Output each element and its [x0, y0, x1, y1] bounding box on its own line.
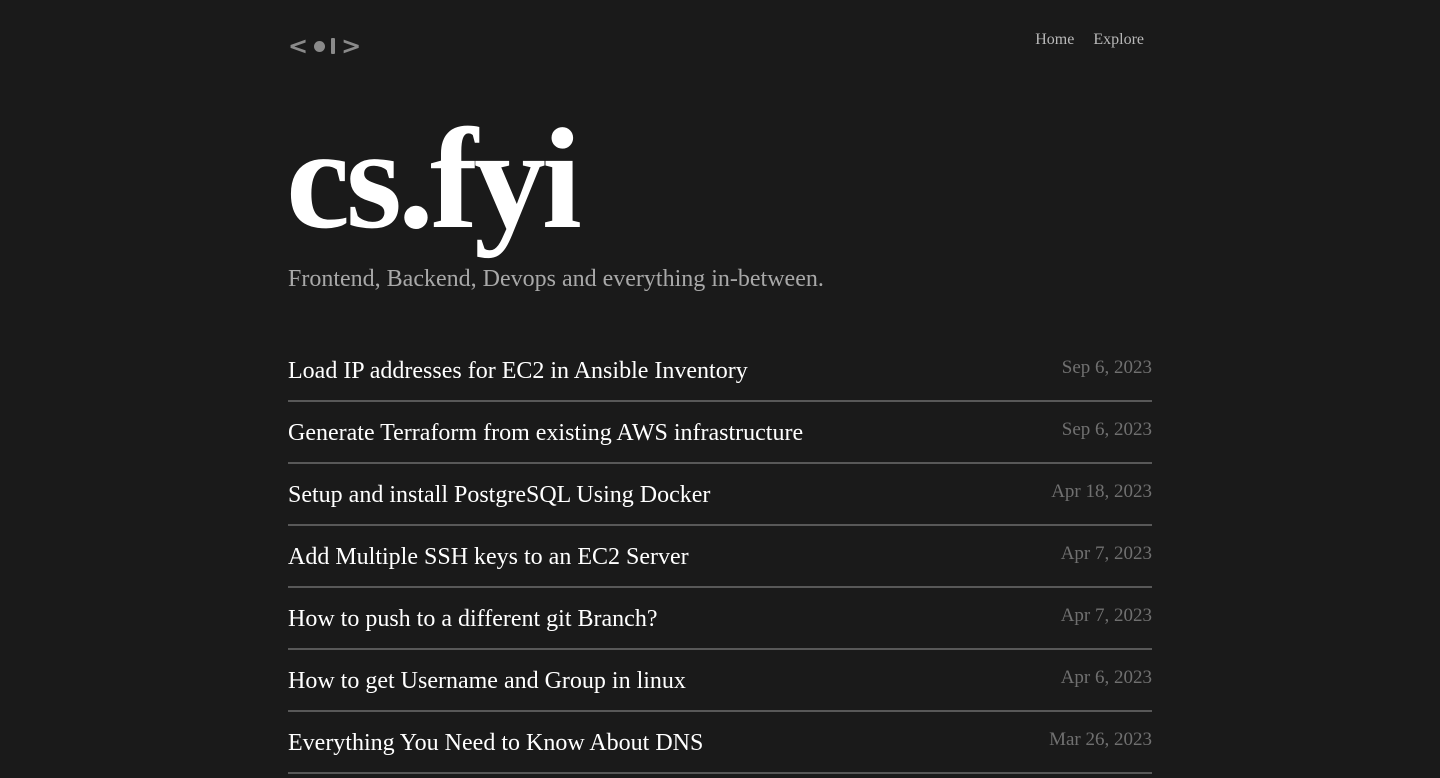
top-nav: Home Explore: [1035, 31, 1144, 49]
post-title[interactable]: Load IP addresses for EC2 in Ansible Inv…: [288, 356, 748, 386]
post-title[interactable]: Everything You Need to Know About DNS: [288, 728, 703, 758]
post-date: Apr 6, 2023: [1060, 667, 1152, 688]
post-title[interactable]: Setup and install PostgreSQL Using Docke…: [288, 480, 710, 510]
site-title: cs.fyi: [286, 100, 582, 259]
post-date: Sep 6, 2023: [1061, 357, 1152, 378]
site-logo[interactable]: < >: [288, 34, 361, 58]
post-item[interactable]: How to get Username and Group in linux A…: [288, 650, 1152, 712]
dot-icon: [314, 40, 326, 52]
post-title[interactable]: How to get Username and Group in linux: [288, 666, 686, 696]
post-title[interactable]: Generate Terraform from existing AWS inf…: [288, 418, 803, 448]
bar-icon: [331, 38, 336, 54]
post-date: Apr 7, 2023: [1060, 605, 1152, 626]
post-item[interactable]: Add Multiple SSH keys to an EC2 Server A…: [288, 526, 1152, 588]
post-title[interactable]: Add Multiple SSH keys to an EC2 Server: [288, 542, 689, 572]
post-date: Mar 26, 2023: [1049, 729, 1152, 750]
post-date: Sep 6, 2023: [1061, 419, 1152, 440]
post-item[interactable]: Everything You Need to Know About DNS Ma…: [288, 712, 1152, 774]
post-item[interactable]: Setup and install PostgreSQL Using Docke…: [288, 464, 1152, 526]
nav-home-link[interactable]: Home: [1035, 31, 1074, 49]
post-item[interactable]: Load IP addresses for EC2 in Ansible Inv…: [288, 340, 1152, 402]
post-title[interactable]: How to push to a different git Branch?: [288, 604, 657, 634]
left-angle-icon: <: [288, 32, 309, 60]
nav-explore-link[interactable]: Explore: [1093, 31, 1144, 49]
post-date: Apr 7, 2023: [1060, 543, 1152, 564]
post-item[interactable]: How to push to a different git Branch? A…: [288, 588, 1152, 650]
post-list: Load IP addresses for EC2 in Ansible Inv…: [288, 340, 1152, 774]
post-date: Apr 18, 2023: [1051, 481, 1152, 502]
site-tagline: Frontend, Backend, Devops and everything…: [288, 266, 824, 292]
post-item[interactable]: Generate Terraform from existing AWS inf…: [288, 402, 1152, 464]
right-angle-icon: >: [341, 32, 362, 60]
